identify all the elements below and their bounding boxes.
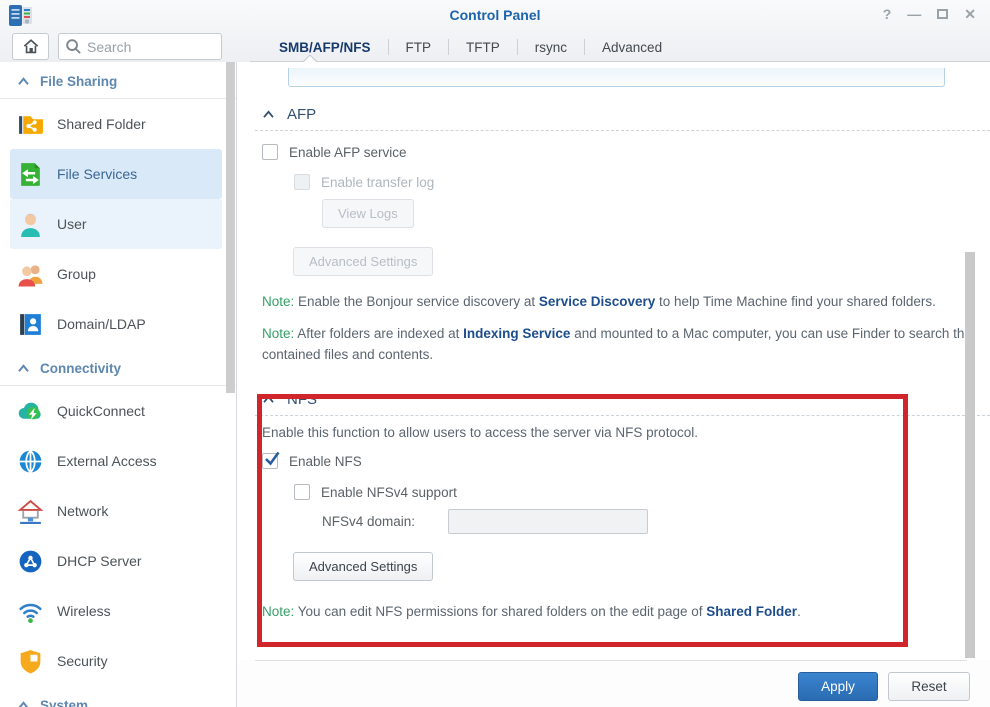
security-icon [17, 648, 44, 675]
tab-advanced[interactable]: Advanced [585, 40, 679, 55]
apply-button[interactable]: Apply [798, 672, 878, 701]
sidebar-section-system[interactable]: System [0, 694, 236, 707]
quickconnect-icon [17, 398, 44, 425]
sidebar-section-file-sharing[interactable]: File Sharing [0, 70, 236, 99]
enable-transfer-log-checkbox[interactable] [294, 174, 310, 190]
tab-ftp[interactable]: FTP [389, 40, 449, 55]
nfs-advanced-settings-button[interactable]: Advanced Settings [293, 552, 433, 581]
sidebar-item-label: Domain/LDAP [57, 316, 146, 332]
sidebar-item-file-services[interactable]: File Services [10, 149, 222, 199]
enable-transfer-log-label: Enable transfer log [321, 175, 434, 190]
external-access-icon [17, 448, 44, 475]
sidebar-item-label: Security [57, 653, 108, 669]
tab-smb-afp-nfs[interactable]: SMB/AFP/NFS [262, 40, 388, 55]
window-title: Control Panel [0, 7, 990, 23]
content-panel: AFP Enable AFP service Enable transfer l… [238, 62, 990, 660]
control-panel-window: Control Panel ? — ✕ SMB/AFP/NFS FTP [0, 0, 990, 707]
chevron-up-icon [17, 364, 30, 373]
sidebar-item-label: User [57, 216, 87, 232]
group-icon [17, 261, 44, 288]
sidebar-item-label: Network [57, 503, 108, 519]
chevron-up-icon [262, 110, 275, 119]
checkmark-icon [264, 451, 280, 466]
sidebar-item-label: DHCP Server [57, 553, 142, 569]
sidebar: File Sharing Shared Folder File Services [0, 62, 237, 707]
content-scrollbar-thumb[interactable] [965, 252, 975, 658]
section-divider [255, 130, 990, 131]
afp-note-indexing: Note: After folders are indexed at Index… [262, 323, 974, 365]
sidebar-item-network[interactable]: Network [10, 486, 222, 536]
shared-folder-link[interactable]: Shared Folder [706, 604, 797, 619]
nfs-note: Note: You can edit NFS permissions for s… [262, 601, 974, 622]
sidebar-item-label: File Services [57, 166, 137, 182]
tab-rsync[interactable]: rsync [518, 40, 584, 55]
header-strip: Control Panel ? — ✕ SMB/AFP/NFS FTP [0, 0, 990, 62]
maximize-button[interactable] [937, 9, 948, 19]
sidebar-section-connectivity[interactable]: Connectivity [0, 357, 236, 386]
shared-folder-icon [17, 111, 44, 138]
chevron-up-icon [262, 395, 275, 404]
sidebar-item-group[interactable]: Group [10, 249, 222, 299]
dhcp-server-icon [17, 548, 44, 575]
workgroup-input-partial[interactable] [288, 68, 945, 87]
minimize-button[interactable]: — [907, 6, 921, 22]
sidebar-item-quickconnect[interactable]: QuickConnect [10, 386, 222, 436]
view-logs-button[interactable]: View Logs [322, 199, 414, 228]
wireless-icon [17, 598, 44, 625]
sidebar-item-label: QuickConnect [57, 403, 145, 419]
sidebar-item-domain-ldap[interactable]: Domain/LDAP [10, 299, 222, 349]
indexing-service-link[interactable]: Indexing Service [463, 326, 570, 341]
network-icon [17, 498, 44, 525]
afp-section-header[interactable]: AFP [262, 106, 990, 123]
home-button[interactable] [12, 33, 49, 60]
enable-nfs-label: Enable NFS [289, 454, 362, 469]
sidebar-item-dhcp-server[interactable]: DHCP Server [10, 536, 222, 586]
reset-button[interactable]: Reset [888, 672, 970, 701]
chevron-up-icon [17, 77, 30, 86]
enable-afp-checkbox[interactable] [262, 144, 278, 160]
domain-ldap-icon [17, 311, 44, 338]
help-button[interactable]: ? [883, 6, 892, 22]
sidebar-item-label: Shared Folder [57, 116, 146, 132]
search-icon [65, 38, 82, 55]
afp-advanced-settings-button[interactable]: Advanced Settings [293, 247, 433, 276]
enable-afp-label: Enable AFP service [289, 145, 407, 160]
close-button[interactable]: ✕ [964, 6, 976, 22]
sidebar-item-shared-folder[interactable]: Shared Folder [10, 99, 222, 149]
enable-nfsv4-label: Enable NFSv4 support [321, 485, 457, 500]
footer-divider [255, 660, 967, 661]
sidebar-item-label: Group [57, 266, 96, 282]
sidebar-item-label: External Access [57, 453, 157, 469]
tab-bar: SMB/AFP/NFS FTP TFTP rsync Advanced [262, 32, 679, 62]
section-divider [255, 415, 990, 416]
file-services-icon [17, 161, 44, 188]
nfs-description: Enable this function to allow users to a… [262, 425, 990, 440]
enable-nfs-checkbox[interactable] [262, 453, 278, 469]
tab-tftp[interactable]: TFTP [449, 40, 517, 55]
nfs-section-header[interactable]: NFS [262, 391, 990, 408]
sidebar-item-wireless[interactable]: Wireless [10, 586, 222, 636]
user-icon [17, 211, 44, 238]
sidebar-scrollbar-thumb[interactable] [226, 62, 235, 393]
footer-bar: Apply Reset [238, 660, 990, 707]
enable-nfsv4-checkbox[interactable] [294, 484, 310, 500]
sidebar-item-user[interactable]: User [10, 199, 222, 249]
sidebar-item-label: Wireless [57, 603, 111, 619]
sidebar-item-external-access[interactable]: External Access [10, 436, 222, 486]
sidebar-item-security[interactable]: Security [10, 636, 222, 686]
service-discovery-link[interactable]: Service Discovery [539, 294, 655, 309]
search-input[interactable] [58, 33, 222, 60]
afp-note-bonjour: Note: Enable the Bonjour service discove… [262, 291, 965, 312]
chevron-up-icon [17, 701, 30, 707]
home-icon [22, 38, 40, 55]
nfsv4-domain-input[interactable] [448, 509, 648, 534]
nfsv4-domain-label: NFSv4 domain: [322, 514, 448, 529]
